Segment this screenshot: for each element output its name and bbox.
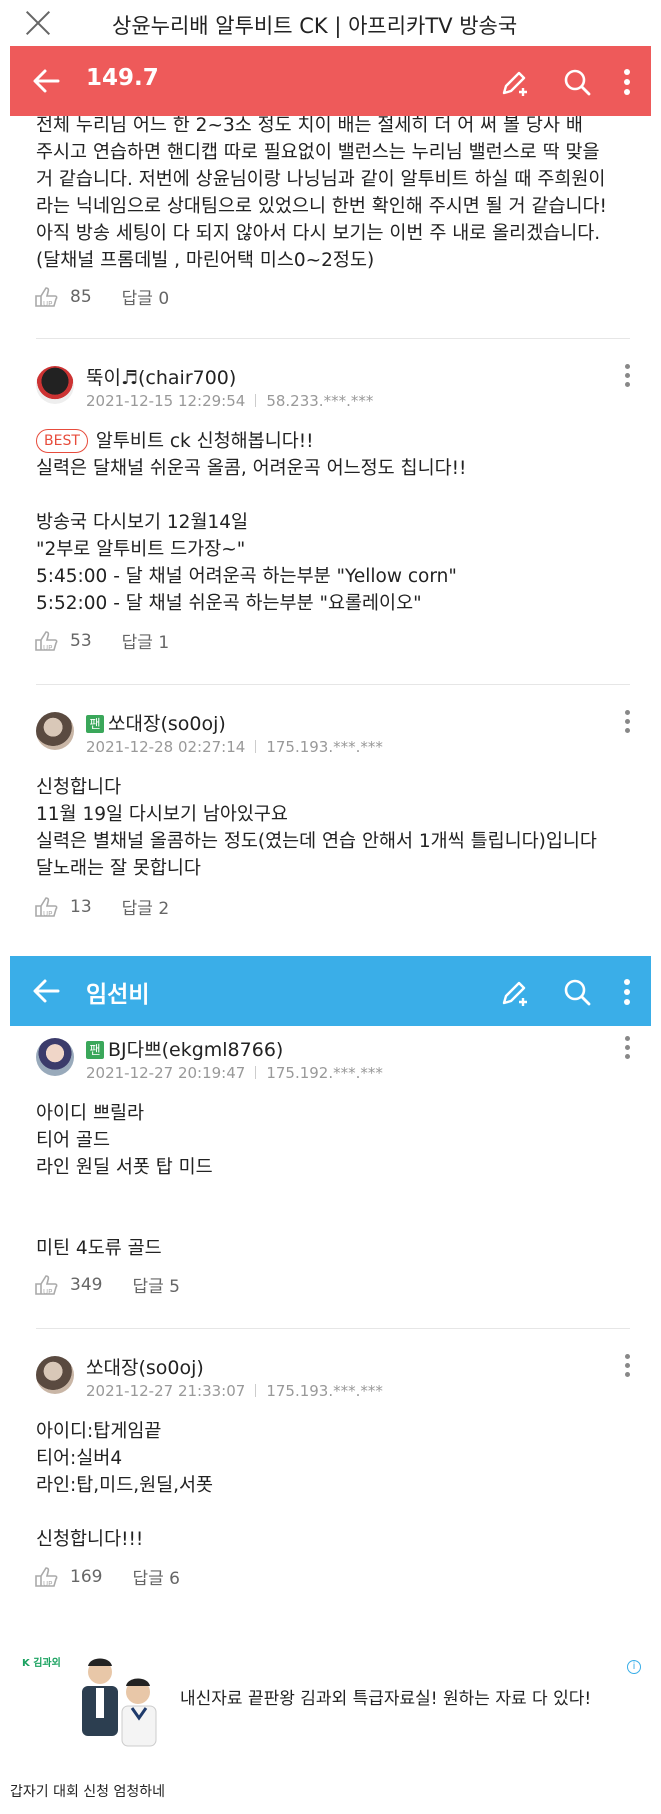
comment-actions: UP 53 답글 1 xyxy=(34,628,169,653)
like-icon[interactable]: UP xyxy=(34,896,60,918)
write-pencil-icon[interactable] xyxy=(499,66,531,98)
comment-more-icon[interactable] xyxy=(625,1036,631,1060)
divider xyxy=(36,684,630,685)
comment-actions: UP 349 답글 5 xyxy=(34,1272,180,1297)
svg-text:UP: UP xyxy=(43,300,52,308)
comment-body: 아이디 쁘릴라 티어 골드 라인 원딜 서폿 탑 미드 미틴 4도류 골드 xyxy=(36,1103,213,1259)
divider xyxy=(36,338,630,339)
like-icon[interactable]: UP xyxy=(34,630,60,652)
comment-more-icon[interactable] xyxy=(625,364,631,388)
ad-people-image xyxy=(82,1658,157,1747)
commenter-name[interactable]: 팬 쏘대장(so0oj) xyxy=(86,709,226,736)
write-pencil-icon[interactable] xyxy=(499,976,531,1008)
comment-meta: 2021-12-15 12:29:54 58.233.***.*** xyxy=(86,392,374,410)
comment-list-1: 전체 누리님 어느 한 2~3소 정도 치이 배는 절세히 더 어 써 볼 당사… xyxy=(10,116,651,930)
svg-text:UP: UP xyxy=(43,644,52,652)
commenter-name[interactable]: 쏘대장(so0oj) xyxy=(86,1353,204,1380)
divider xyxy=(36,1328,630,1329)
search-icon[interactable] xyxy=(561,976,593,1008)
ad-banner[interactable]: K 김과외 내신자료 끝판왕 김과외 특급자료실! 원하는 자료 다 있다! i xyxy=(10,1620,651,1760)
comment-actions: UP 85 답글 0 xyxy=(34,284,169,309)
comment-actions: UP 169 답글 6 xyxy=(34,1564,180,1589)
like-count: 349 xyxy=(70,1274,103,1295)
fan-badge: 팬 xyxy=(86,715,104,733)
back-arrow-icon[interactable] xyxy=(32,68,60,94)
comment-body: 아이디:탑게임끝 티어:실버4 라인:탑,미드,원딜,서폿 신청합니다!!! xyxy=(36,1421,214,1550)
page-title: 상윤누리배 알투비트 CK | 아프리카TV 방송국 xyxy=(112,14,518,38)
comment-more-icon[interactable] xyxy=(625,710,631,734)
avatar[interactable] xyxy=(36,1356,74,1394)
like-count: 169 xyxy=(70,1566,103,1587)
avatar[interactable] xyxy=(36,366,74,404)
comment-body: 신청합니다 11월 19일 다시보기 남아있구요 실력은 별채널 올콤하는 정도… xyxy=(36,777,597,879)
commenter-name[interactable]: 뚝이♬(chair700) xyxy=(86,363,236,390)
svg-text:UP: UP xyxy=(43,1580,52,1588)
app-bar-red: 149.7 xyxy=(10,46,651,116)
back-arrow-icon[interactable] xyxy=(32,978,60,1004)
reply-button[interactable]: 답글 2 xyxy=(122,894,170,919)
comment-more-icon[interactable] xyxy=(625,1354,631,1378)
reply-button[interactable]: 답글 5 xyxy=(132,1272,180,1297)
comment-first-line: BEST 알투비트 ck 신청해봅니다!! xyxy=(36,428,314,455)
ad-info-icon[interactable]: i xyxy=(627,1660,641,1674)
search-icon[interactable] xyxy=(561,66,593,98)
comment-meta: 2021-12-28 02:27:14 175.193.***.*** xyxy=(86,738,383,756)
like-count: 13 xyxy=(70,896,92,917)
avatar[interactable] xyxy=(36,712,74,750)
close-icon[interactable] xyxy=(24,9,52,37)
more-menu-icon[interactable] xyxy=(623,66,631,98)
svg-text:UP: UP xyxy=(43,910,52,918)
avatar[interactable] xyxy=(36,1038,74,1076)
like-icon[interactable]: UP xyxy=(34,286,60,308)
best-badge: BEST xyxy=(36,429,88,453)
reply-button[interactable]: 답글 6 xyxy=(132,1564,180,1589)
caption: 갑자기 대회 신청 엄청하네 xyxy=(10,1784,166,1800)
app-bar-title: 임선비 xyxy=(86,982,150,1008)
comment-meta: 2021-12-27 20:19:47 175.192.***.*** xyxy=(86,1064,383,1082)
svg-text:UP: UP xyxy=(43,1288,52,1296)
app-bar-title: 149.7 xyxy=(86,65,159,91)
app-bar-blue: 임선비 xyxy=(10,956,651,1026)
comment-meta: 2021-12-27 21:33:07 175.193.***.*** xyxy=(86,1382,383,1400)
like-icon[interactable]: UP xyxy=(34,1566,60,1588)
ad-logo: K 김과외 xyxy=(22,1658,61,1669)
comment-body: 전체 누리님 어느 한 2~3소 정도 치이 배는 절세히 더 어 써 볼 당사… xyxy=(36,116,607,271)
browser-top-bar: 상윤누리배 알투비트 CK | 아프리카TV 방송국 xyxy=(0,0,661,46)
like-count: 85 xyxy=(70,286,92,307)
comment-list-2: 팬 BJ다쁘(ekgml8766) 2021-12-27 20:19:47 175.… xyxy=(10,1026,651,1606)
like-count: 53 xyxy=(70,630,92,651)
fan-badge: 팬 xyxy=(86,1041,104,1059)
ad-text[interactable]: 내신자료 끝판왕 김과외 특급자료실! 원하는 자료 다 있다! xyxy=(180,1684,591,1709)
more-menu-icon[interactable] xyxy=(623,976,631,1008)
reply-button[interactable]: 답글 1 xyxy=(122,628,170,653)
commenter-name[interactable]: 팬 BJ다쁘(ekgml8766) xyxy=(86,1035,283,1062)
reply-button[interactable]: 답글 0 xyxy=(122,284,170,309)
like-icon[interactable]: UP xyxy=(34,1274,60,1296)
comment-actions: UP 13 답글 2 xyxy=(34,894,169,919)
comment-body: 실력은 달채널 쉬운곡 올콤, 어려운곡 어느정도 칩니다!! 방송국 다시보기… xyxy=(36,458,467,614)
